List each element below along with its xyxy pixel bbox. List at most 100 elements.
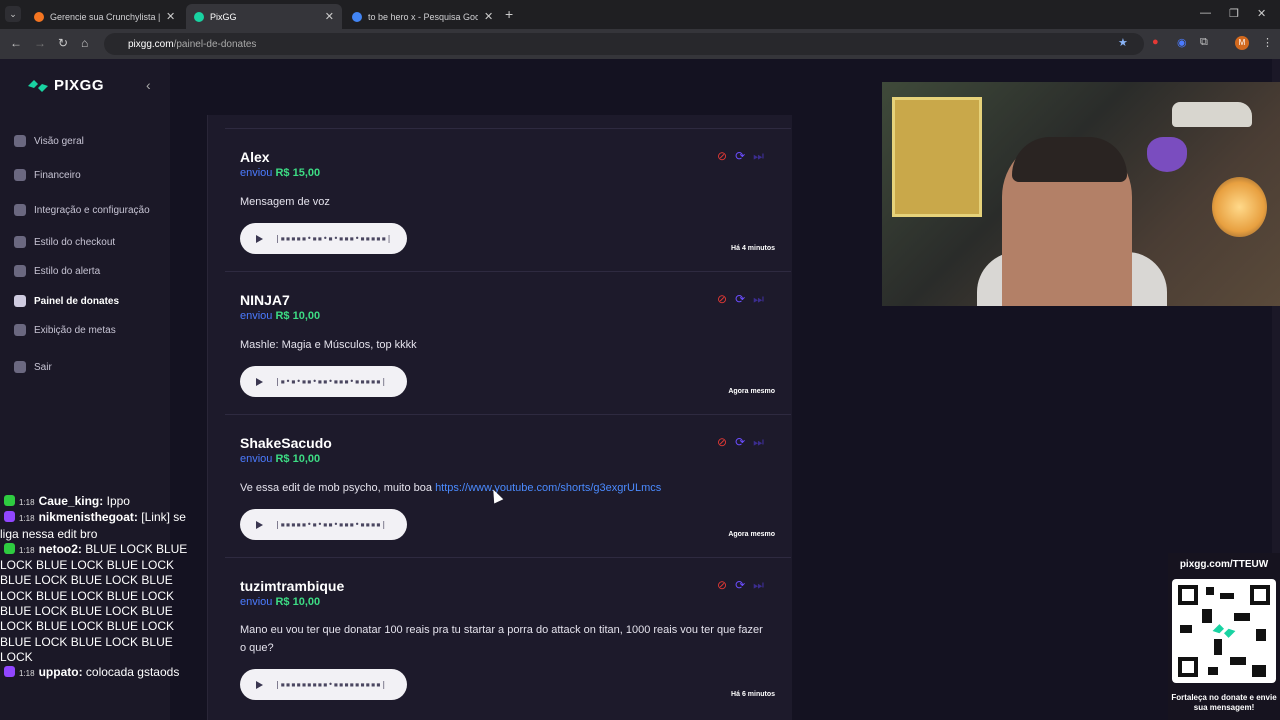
block-icon[interactable]: ⊘ — [717, 292, 727, 307]
sidebar-item-integracao[interactable]: Integração e configuração — [14, 204, 150, 216]
chat-user: nikmenisthegoat: — [38, 510, 138, 525]
streamer-hair — [1012, 137, 1127, 182]
tab-google-search[interactable]: to be hero x - Pesquisa Google ✕ — [344, 4, 502, 29]
sidebar-item-exibicao-metas[interactable]: Exibição de metas — [14, 324, 116, 336]
sidebar-item-label: Visão geral — [34, 135, 84, 147]
chat-user: Caue_king: — [38, 494, 104, 508]
skip-icon[interactable]: ⏭ — [753, 149, 764, 164]
tab-crunchyroll[interactable]: Gerencie sua Crunchylista | Cru ✕ — [26, 4, 184, 29]
forward-icon[interactable]: → — [34, 36, 46, 50]
donation-actions: ⊘ ⟳ ⏭ — [717, 435, 764, 450]
extension-icon[interactable]: ◉ — [1177, 36, 1187, 49]
donation-time: Agora mesmo — [728, 531, 775, 538]
donation-card: tuzimtrambique enviou R$ 10,00 ⊘ ⟳ ⏭ Man… — [225, 557, 791, 720]
qr-module — [1206, 587, 1214, 595]
close-tab-icon[interactable]: ✕ — [484, 10, 493, 23]
replay-icon[interactable]: ⟳ — [735, 149, 745, 164]
donation-card: Alex enviou R$ 15,00 ⊘ ⟳ ⏭ Mensagem de v… — [225, 128, 791, 271]
donation-message: Ve essa edit de mob psycho, muito boa ht… — [240, 479, 770, 497]
qr-code-image — [1172, 579, 1276, 683]
bookmark-star-icon[interactable]: ★ — [1118, 36, 1128, 49]
qr-module — [1230, 657, 1246, 665]
block-icon[interactable]: ⊘ — [717, 578, 727, 593]
sidebar-item-visao-geral[interactable]: Visão geral — [14, 135, 84, 147]
donation-amount: R$ 10,00 — [275, 310, 321, 322]
donation-message-text: Ve essa edit de mob psycho, muito boa — [240, 482, 436, 494]
sidebar-item-label: Exibição de metas — [34, 324, 116, 336]
close-tab-icon[interactable]: ✕ — [166, 10, 175, 23]
sidebar-item-estilo-alerta[interactable]: Estilo do alerta — [14, 265, 100, 277]
audio-player[interactable]: |▪▪▪▪▪•▪•▪▪•▪▪▪•▪▪▪▪| — [240, 509, 407, 540]
lamp-image — [1212, 177, 1267, 237]
minimize-icon[interactable]: — — [1200, 7, 1211, 19]
new-tab-icon[interactable]: + — [505, 6, 513, 22]
extension-icon[interactable]: ● — [1152, 36, 1159, 48]
kick-badge-icon — [4, 495, 15, 506]
qr-module — [1180, 625, 1192, 633]
play-icon[interactable] — [256, 234, 263, 243]
audio-player[interactable]: |▪▪▪▪▪▪▪▪▪•▪▪▪▪▪▪▪▪▪| — [240, 669, 407, 700]
qr-finder — [1178, 657, 1198, 677]
sidebar-item-sair[interactable]: Sair — [14, 361, 52, 373]
block-icon[interactable]: ⊘ — [717, 149, 727, 164]
collapse-sidebar-icon[interactable]: ‹ — [146, 77, 151, 93]
menu-kebab-icon[interactable]: ⋮ — [1262, 36, 1273, 49]
sidebar-item-label: Financeiro — [34, 169, 81, 181]
sidebar-item-financeiro[interactable]: Financeiro — [14, 169, 81, 181]
skip-icon[interactable]: ⏭ — [753, 435, 764, 450]
donation-message: Mensagem de voz — [240, 196, 330, 208]
waveform: |▪•▪•▪▪•▪▪•▪▪▪•▪▪▪▪▪| — [275, 377, 387, 386]
restore-icon[interactable]: ❐ — [1229, 7, 1239, 20]
donation-card: NINJA7 enviou R$ 10,00 ⊘ ⟳ ⏭ Mashle: Mag… — [225, 271, 791, 414]
audio-player[interactable]: |▪▪▪▪▪•▪▪•▪•▪▪▪•▪▪▪▪▪| — [240, 223, 407, 254]
home-icon[interactable]: ⌂ — [81, 36, 88, 50]
close-window-icon[interactable]: ✕ — [1257, 7, 1266, 20]
tab-search-button[interactable]: ⌄ — [5, 6, 21, 22]
google-favicon-icon — [352, 11, 362, 22]
sidebar-item-estilo-checkout[interactable]: Estilo do checkout — [14, 236, 115, 248]
replay-icon[interactable]: ⟳ — [735, 578, 745, 593]
profile-avatar[interactable]: M — [1235, 36, 1249, 50]
logout-icon — [14, 361, 26, 373]
play-icon[interactable] — [256, 520, 263, 529]
browser-tab-bar: ⌄ Gerencie sua Crunchylista | Cru ✕ PixG… — [0, 0, 1280, 29]
brand-name: PIXGG — [54, 77, 105, 94]
reload-icon[interactable]: ↻ — [58, 36, 68, 50]
donation-message: Mashle: Magia e Músculos, top kkkk — [240, 339, 417, 351]
audio-player[interactable]: |▪•▪•▪▪•▪▪•▪▪▪•▪▪▪▪▪| — [240, 366, 407, 397]
skip-icon[interactable]: ⏭ — [753, 292, 764, 307]
block-icon[interactable]: ⊘ — [717, 435, 727, 450]
qr-module — [1234, 613, 1250, 621]
url-field[interactable]: pixgg.com/painel-de-donates — [104, 33, 1144, 55]
sent-label: enviou — [240, 453, 273, 465]
play-icon[interactable] — [256, 377, 263, 386]
url-host: pixgg.com — [128, 38, 174, 50]
chat-message: 1:18 netoo2: BLUE LOCK BLUE LOCK BLUE LOC… — [0, 542, 190, 665]
sent-label: enviou — [240, 310, 273, 322]
chat-user: uppato: — [38, 665, 83, 680]
wallet-icon — [14, 169, 26, 181]
pixgg-logo[interactable]: PIXGG — [28, 77, 104, 94]
donation-message: Mano eu vou ter que donatar 100 reais pr… — [240, 624, 763, 654]
sidebar-item-painel-donates[interactable]: Painel de donates — [14, 295, 119, 307]
twitch-badge-icon — [4, 666, 15, 678]
tab-pixgg[interactable]: PixGG ✕ — [186, 4, 342, 29]
chat-time: 1:18 — [19, 514, 35, 524]
palette-icon — [14, 265, 26, 277]
play-icon[interactable] — [256, 680, 263, 689]
donation-actions: ⊘ ⟳ ⏭ — [717, 149, 764, 164]
replay-icon[interactable]: ⟳ — [735, 435, 745, 450]
sent-label: enviou — [240, 596, 273, 608]
chat-user: netoo2: — [38, 541, 82, 556]
donation-amount-line: enviou R$ 10,00 — [240, 596, 320, 608]
stream-chat-overlay: 1:18 Caue_king: Ippo 1:18 nikmenisthegoat:… — [0, 494, 190, 682]
sent-label: enviou — [240, 167, 273, 179]
skip-icon[interactable]: ⏭ — [753, 578, 764, 593]
close-tab-icon[interactable]: ✕ — [325, 10, 334, 23]
url-path: /painel-de-donates — [173, 38, 257, 50]
chat-text: Ippo — [106, 494, 130, 508]
donation-link[interactable]: https://www.youtube.com/shorts/g3exgrULm… — [435, 482, 661, 494]
extensions-puzzle-icon[interactable]: ⧉ — [1200, 36, 1208, 49]
replay-icon[interactable]: ⟳ — [735, 292, 745, 307]
back-icon[interactable]: ← — [10, 36, 22, 50]
